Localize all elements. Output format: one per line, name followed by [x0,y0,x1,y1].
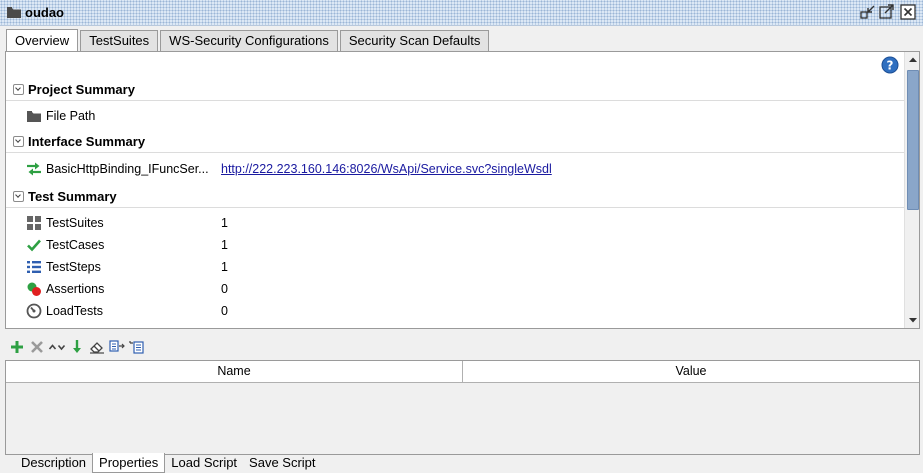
plus-icon [11,341,23,353]
interface-name: BasicHttpBinding_IFuncSer... [46,162,209,176]
collapse-toggle[interactable] [13,136,24,147]
tab-overview[interactable]: Overview [6,29,79,51]
scroll-thumb[interactable] [907,70,919,210]
move-property-button[interactable] [48,338,66,356]
testsuites-count: 1 [221,216,228,230]
restore-icon[interactable] [860,4,876,20]
tab-load-script[interactable]: Load Script [165,453,243,473]
add-property-button[interactable] [8,338,26,356]
column-header-name[interactable]: Name [6,361,463,382]
loadtests-count: 0 [221,304,228,318]
clear-properties-button[interactable] [88,338,106,356]
window-title: oudao [25,5,64,20]
collapse-toggle[interactable] [13,84,24,95]
testcases-count: 1 [221,238,228,252]
properties-toolbar [8,338,148,356]
tab-save-script[interactable]: Save Script [243,453,321,473]
folder-icon [7,7,21,18]
project-summary-header[interactable]: Project Summary [6,79,904,101]
interface-row: BasicHttpBinding_IFuncSer... http://222.… [6,159,904,179]
assertions-label: Assertions [46,282,105,296]
scroll-up-icon[interactable] [905,52,920,68]
help-icon[interactable]: ? [881,56,899,74]
checkmark-icon [27,239,41,252]
testcases-row: TestCases 1 [6,235,904,255]
testsuites-row: TestSuites 1 [6,213,904,233]
editor-tabs: Overview TestSuites WS-Security Configur… [6,29,491,51]
move-up-down-icon [48,344,66,351]
file-path-label: File Path [46,109,96,123]
arrow-down-icon [73,340,81,353]
assertions-row: Assertions 0 [6,279,904,299]
teststeps-count: 1 [221,260,228,274]
load-properties-button[interactable] [68,338,86,356]
wsdl-link[interactable]: http://222.223.160.146:8026/WsApi/Servic… [221,162,552,176]
window-titlebar: oudao [0,0,923,26]
close-icon[interactable] [900,4,916,20]
properties-export-icon [109,340,125,352]
export-properties-button[interactable] [108,338,126,356]
properties-import-icon [129,341,144,354]
teststeps-label: TestSteps [46,260,101,274]
testsuite-icon [27,216,41,230]
gauge-icon [26,303,42,319]
section-title: Test Summary [28,189,117,204]
scroll-down-icon[interactable] [905,312,920,328]
interface-summary-header[interactable]: Interface Summary [6,131,904,153]
table-header: Name Value [6,361,919,383]
svg-text:?: ? [887,59,894,73]
vertical-scrollbar[interactable] [904,52,920,328]
loadtests-row: LoadTests 0 [6,301,904,321]
file-path-row: File Path [6,106,904,126]
collapse-toggle[interactable] [13,191,24,202]
assertions-count: 0 [221,282,228,296]
tab-ws-security-configurations[interactable]: WS-Security Configurations [160,30,338,51]
maximize-icon[interactable] [879,4,895,20]
remove-property-button[interactable] [28,338,46,356]
interface-icon [27,162,41,176]
section-title: Interface Summary [28,134,146,149]
tab-description[interactable]: Description [15,453,92,473]
loadtests-label: LoadTests [46,304,103,318]
test-summary-header[interactable]: Test Summary [6,186,904,208]
eraser-icon [90,342,104,354]
column-header-value[interactable]: Value [463,361,919,382]
teststeps-icon [27,261,41,273]
overview-panel: ? Project Summary File Path Interface Su… [5,51,920,329]
testsuites-label: TestSuites [46,216,104,230]
assertion-icon [27,282,41,296]
tab-testsuites[interactable]: TestSuites [80,30,159,51]
delete-icon [31,341,43,353]
bottom-tabs: Description Properties Load Script Save … [15,453,322,473]
tab-properties[interactable]: Properties [92,453,166,473]
folder-icon [27,111,41,122]
properties-table: Name Value [5,360,920,455]
teststeps-row: TestSteps 1 [6,257,904,277]
tab-security-scan-defaults[interactable]: Security Scan Defaults [339,30,490,51]
section-title: Project Summary [28,82,135,97]
testcases-label: TestCases [46,238,105,252]
import-properties-button[interactable] [128,338,146,356]
